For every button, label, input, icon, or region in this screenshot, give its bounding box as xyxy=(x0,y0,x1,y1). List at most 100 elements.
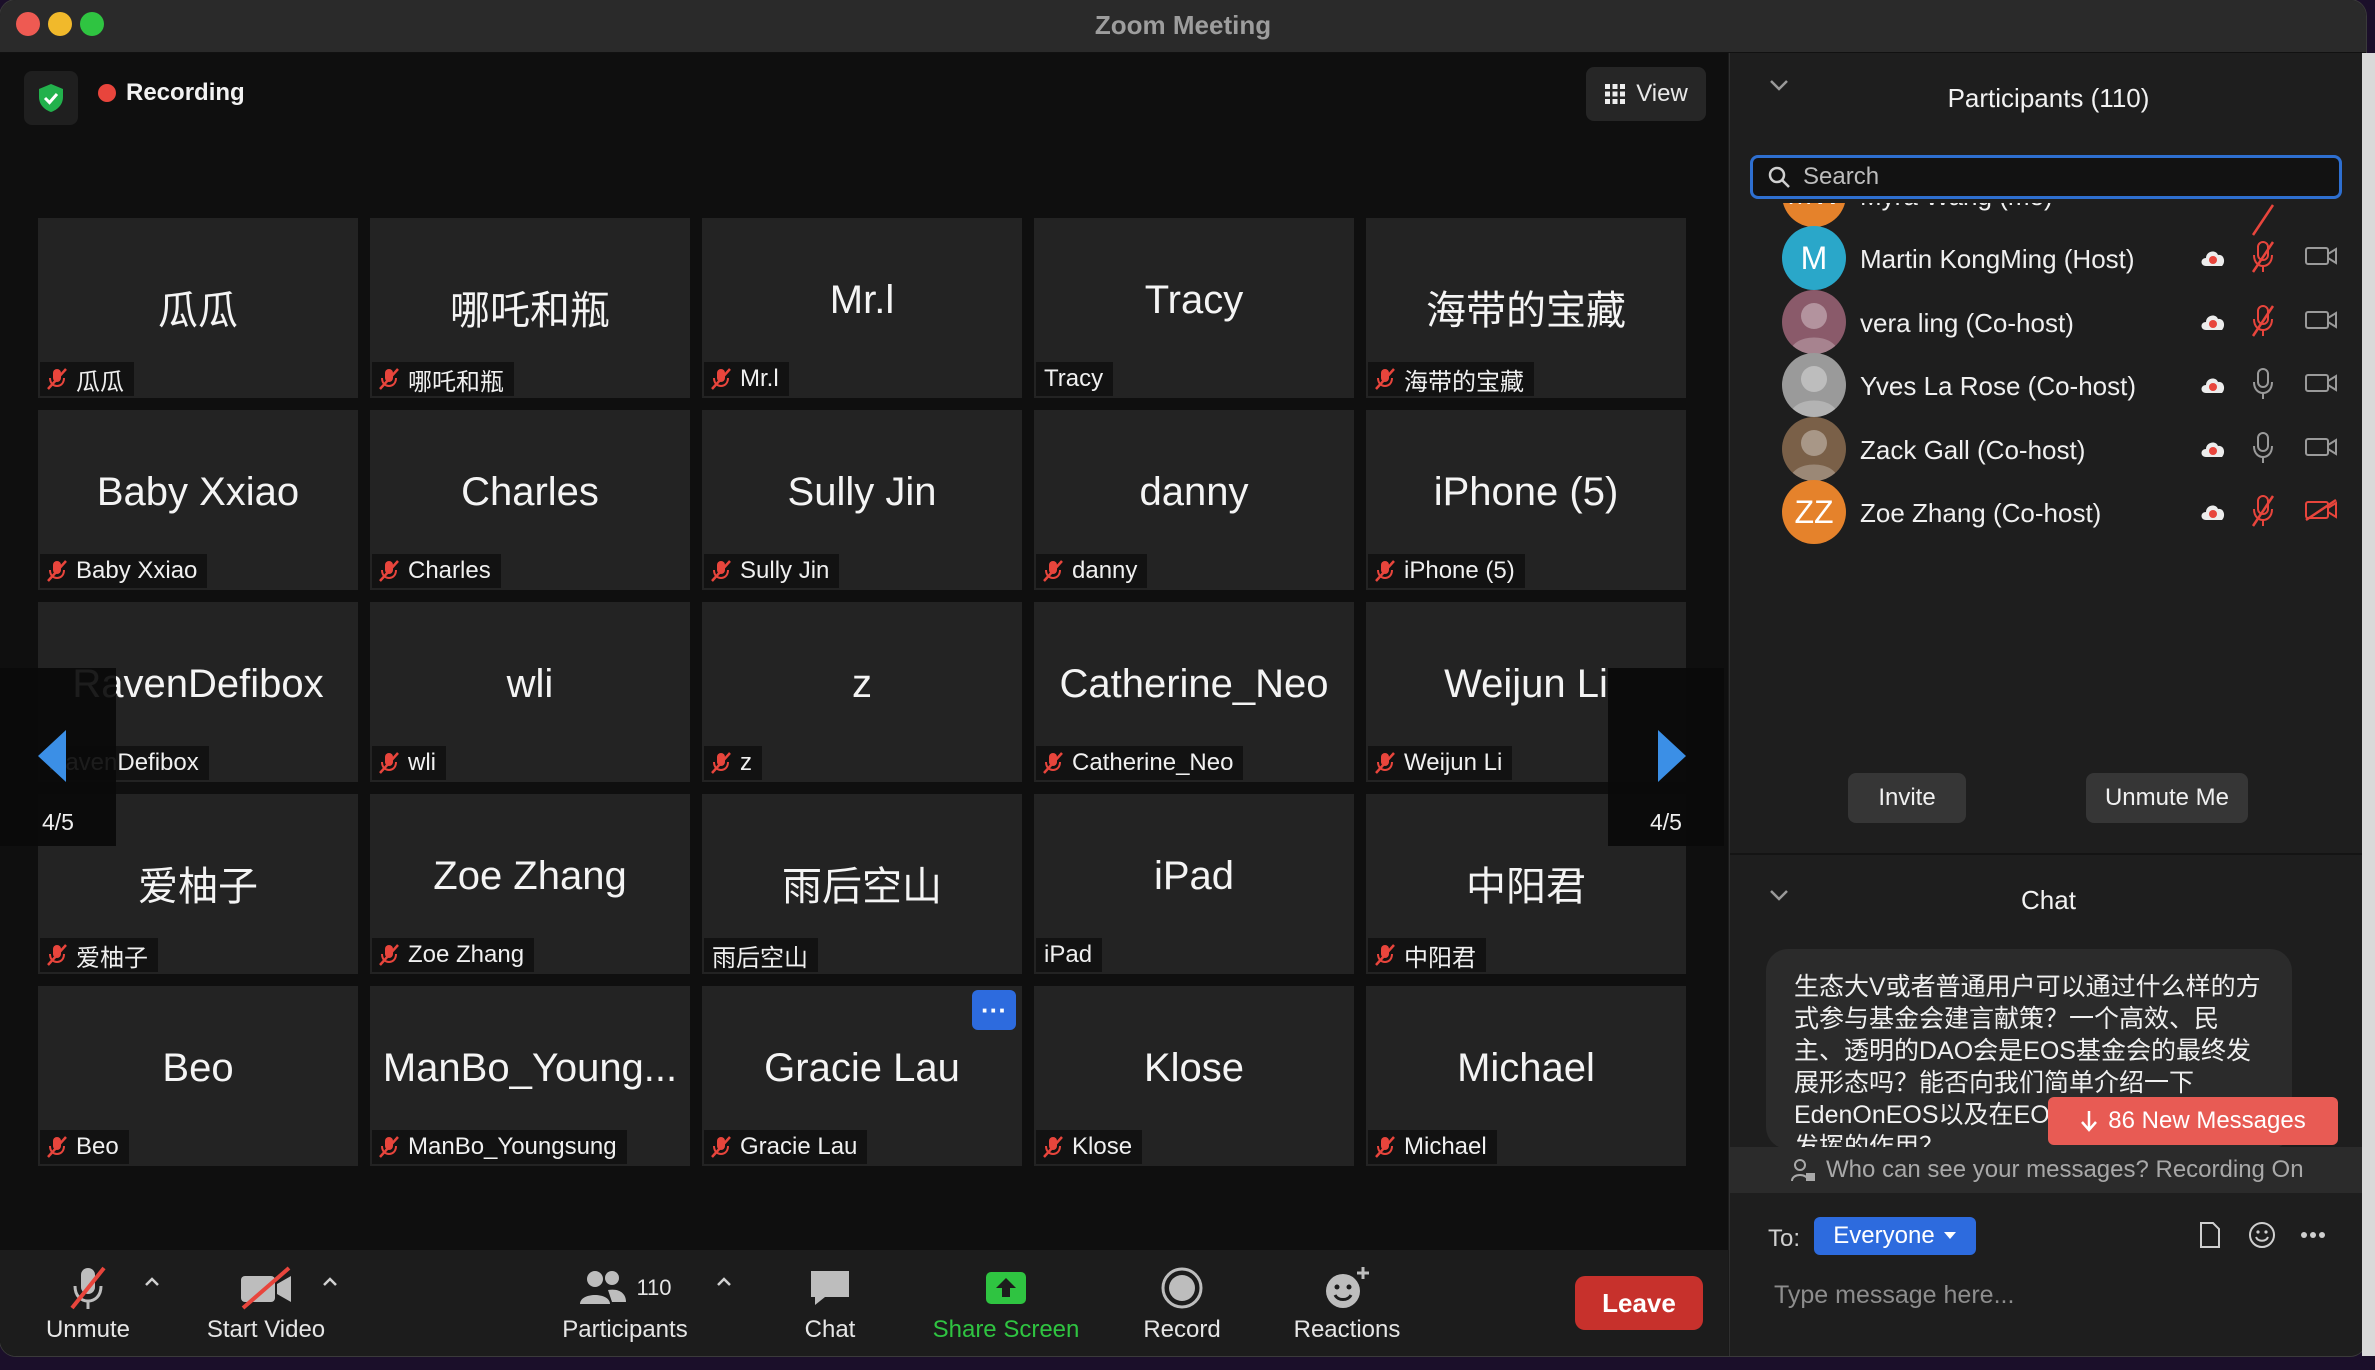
video-off-icon[interactable] xyxy=(2304,244,2338,273)
mic-muted-icon[interactable] xyxy=(2250,240,2276,279)
participant-name-tag: z xyxy=(704,746,762,780)
video-tile[interactable]: Baby Xxiao Baby Xxiao xyxy=(38,410,358,590)
participant-name-tag: 爱柚子 xyxy=(40,938,158,972)
participant-name-tag: Michael xyxy=(1368,1130,1497,1164)
video-off-icon[interactable] xyxy=(2304,308,2338,337)
participant-display-name: 瓜瓜 xyxy=(158,289,238,333)
video-tile[interactable]: Mr.l Mr.l xyxy=(702,218,1022,398)
participant-tag-label: Weijun Li xyxy=(1404,749,1503,776)
mic-icon[interactable] xyxy=(2250,367,2276,406)
video-tile[interactable]: Sully Jin Sully Jin xyxy=(702,410,1022,590)
participant-display-name: 中阳君 xyxy=(1466,865,1586,909)
video-tile[interactable]: 瓜瓜 瓜瓜 xyxy=(38,218,358,398)
next-page-button[interactable]: 4/5 xyxy=(1608,668,1724,846)
view-button[interactable]: View xyxy=(1586,67,1706,121)
video-off-icon[interactable] xyxy=(2304,435,2338,464)
participant-row[interactable]: ZZ Zoe Zhang (Co-host) xyxy=(1730,472,2366,552)
unmute-me-button[interactable]: Unmute Me xyxy=(2086,773,2248,823)
video-tile[interactable]: Zoe Zhang Zoe Zhang xyxy=(370,794,690,974)
security-shield-icon[interactable] xyxy=(24,71,78,125)
message-input[interactable]: Type message here... xyxy=(1774,1281,2014,1310)
title-bar: Zoom Meeting xyxy=(0,0,2366,53)
participant-tag-label: danny xyxy=(1072,557,1138,584)
mic-muted-icon xyxy=(46,1135,68,1159)
participant-name: Yves La Rose (Co-host) xyxy=(1860,371,2137,401)
participant-name-tag: Weijun Li xyxy=(1368,746,1513,780)
mic-muted-icon[interactable] xyxy=(2250,494,2276,533)
leave-button[interactable]: Leave xyxy=(1575,1276,1703,1330)
share-screen-icon xyxy=(986,1272,1026,1304)
mic-muted-icon[interactable] xyxy=(2250,304,2276,343)
participant-display-name: Charles xyxy=(461,470,599,514)
participant-name-tag: Tracy xyxy=(1036,362,1114,396)
video-tile[interactable]: Beo Beo xyxy=(38,986,358,1166)
emoji-icon[interactable] xyxy=(2248,1221,2276,1249)
participant-display-name: Baby Xxiao xyxy=(96,470,300,514)
participants-options-chevron-icon[interactable] xyxy=(714,1272,734,1292)
participants-count: 110 xyxy=(636,1275,672,1300)
participants-button[interactable]: 110 Participants xyxy=(548,1260,702,1344)
recipient-select[interactable]: Everyone xyxy=(1814,1217,1976,1255)
participant-name-tag: 中阳君 xyxy=(1368,938,1486,972)
to-label: To: xyxy=(1768,1225,1801,1252)
video-tile[interactable]: Klose Klose xyxy=(1034,986,1354,1166)
participant-tag-label: Klose xyxy=(1072,1133,1133,1160)
video-tile[interactable]: Charles Charles xyxy=(370,410,690,590)
mic-icon[interactable] xyxy=(2250,431,2276,470)
chat-button[interactable]: Chat xyxy=(780,1260,880,1344)
video-tile[interactable]: 哪吒和瓶 哪吒和瓶 xyxy=(370,218,690,398)
video-off-icon[interactable] xyxy=(2304,498,2338,527)
video-tile[interactable]: zz xyxy=(702,602,1022,782)
record-button[interactable]: Record xyxy=(1132,1260,1232,1344)
mic-muted-icon xyxy=(378,367,400,391)
start-video-button[interactable]: Start Video xyxy=(196,1260,336,1344)
participant-name-tag: iPhone (5) xyxy=(1368,554,1525,588)
invite-button[interactable]: Invite xyxy=(1848,773,1966,823)
video-tile[interactable]: 雨后空山 雨后空山 xyxy=(702,794,1022,974)
video-off-icon[interactable] xyxy=(2304,371,2338,400)
cloud-recording-icon xyxy=(2198,310,2228,337)
video-tile[interactable]: Tracy Tracy xyxy=(1034,218,1354,398)
tile-more-options-button[interactable]: ··· xyxy=(972,990,1016,1030)
video-tile[interactable]: Gracie Lau Gracie Lau ··· xyxy=(702,986,1022,1166)
video-tile[interactable]: iPad iPad xyxy=(1034,794,1354,974)
video-tile[interactable]: Michael Michael xyxy=(1366,986,1686,1166)
avatar xyxy=(1782,416,1846,481)
video-tile[interactable]: danny danny xyxy=(1034,410,1354,590)
participant-display-name: iPad xyxy=(1153,854,1235,898)
share-screen-button[interactable]: Share Screen xyxy=(922,1260,1090,1344)
new-messages-button[interactable]: 86 New Messages xyxy=(2048,1097,2338,1145)
search-input[interactable]: Search xyxy=(1750,155,2342,199)
participant-tag-label: Charles xyxy=(408,557,491,584)
chat-privacy-notice[interactable]: Who can see your messages? Recording On xyxy=(1730,1147,2366,1193)
audio-options-chevron-icon[interactable] xyxy=(142,1272,162,1292)
video-tile[interactable]: Catherine_Neo Catherine_Neo xyxy=(1034,602,1354,782)
share-screen-label: Share Screen xyxy=(932,1316,1080,1343)
participant-display-name: z xyxy=(852,662,872,706)
participant-tag-label: 瓜瓜 xyxy=(76,368,124,396)
participant-display-name: Klose xyxy=(1143,1046,1245,1090)
video-tile[interactable]: wli wli xyxy=(370,602,690,782)
video-tile[interactable]: 海带的宝藏 海带的宝藏 xyxy=(1366,218,1686,398)
record-icon xyxy=(1161,1267,1203,1309)
grid-view-icon xyxy=(1605,84,1626,104)
participant-name-tag: Catherine_Neo xyxy=(1036,746,1244,780)
participant-tag-label: 雨后空山 xyxy=(712,944,808,972)
reactions-button[interactable]: Reactions xyxy=(1282,1260,1412,1344)
video-options-chevron-icon[interactable] xyxy=(320,1272,340,1292)
file-icon[interactable] xyxy=(2198,1221,2222,1249)
participant-display-name: 海带的宝藏 xyxy=(1426,289,1626,333)
more-options-icon[interactable] xyxy=(2300,1231,2326,1239)
prev-page-button[interactable]: 4/5 xyxy=(0,668,116,846)
video-tile[interactable]: ManBo_Young... ManBo_Youngsung xyxy=(370,986,690,1166)
participant-name-tag: 哪吒和瓶 xyxy=(372,362,514,396)
search-placeholder: Search xyxy=(1803,163,1880,190)
participant-display-name: Mr.l xyxy=(829,278,895,322)
mic-muted-icon xyxy=(378,1135,400,1159)
recording-indicator: Recording xyxy=(98,79,245,107)
participant-tag-label: ManBo_Youngsung xyxy=(408,1133,617,1160)
unmute-button[interactable]: Unmute xyxy=(28,1260,148,1344)
video-tile[interactable]: iPhone (5) iPhone (5) xyxy=(1366,410,1686,590)
chat-privacy-text: Who can see your messages? Recording On xyxy=(1826,1156,2304,1183)
reactions-label: Reactions xyxy=(1293,1316,1401,1343)
